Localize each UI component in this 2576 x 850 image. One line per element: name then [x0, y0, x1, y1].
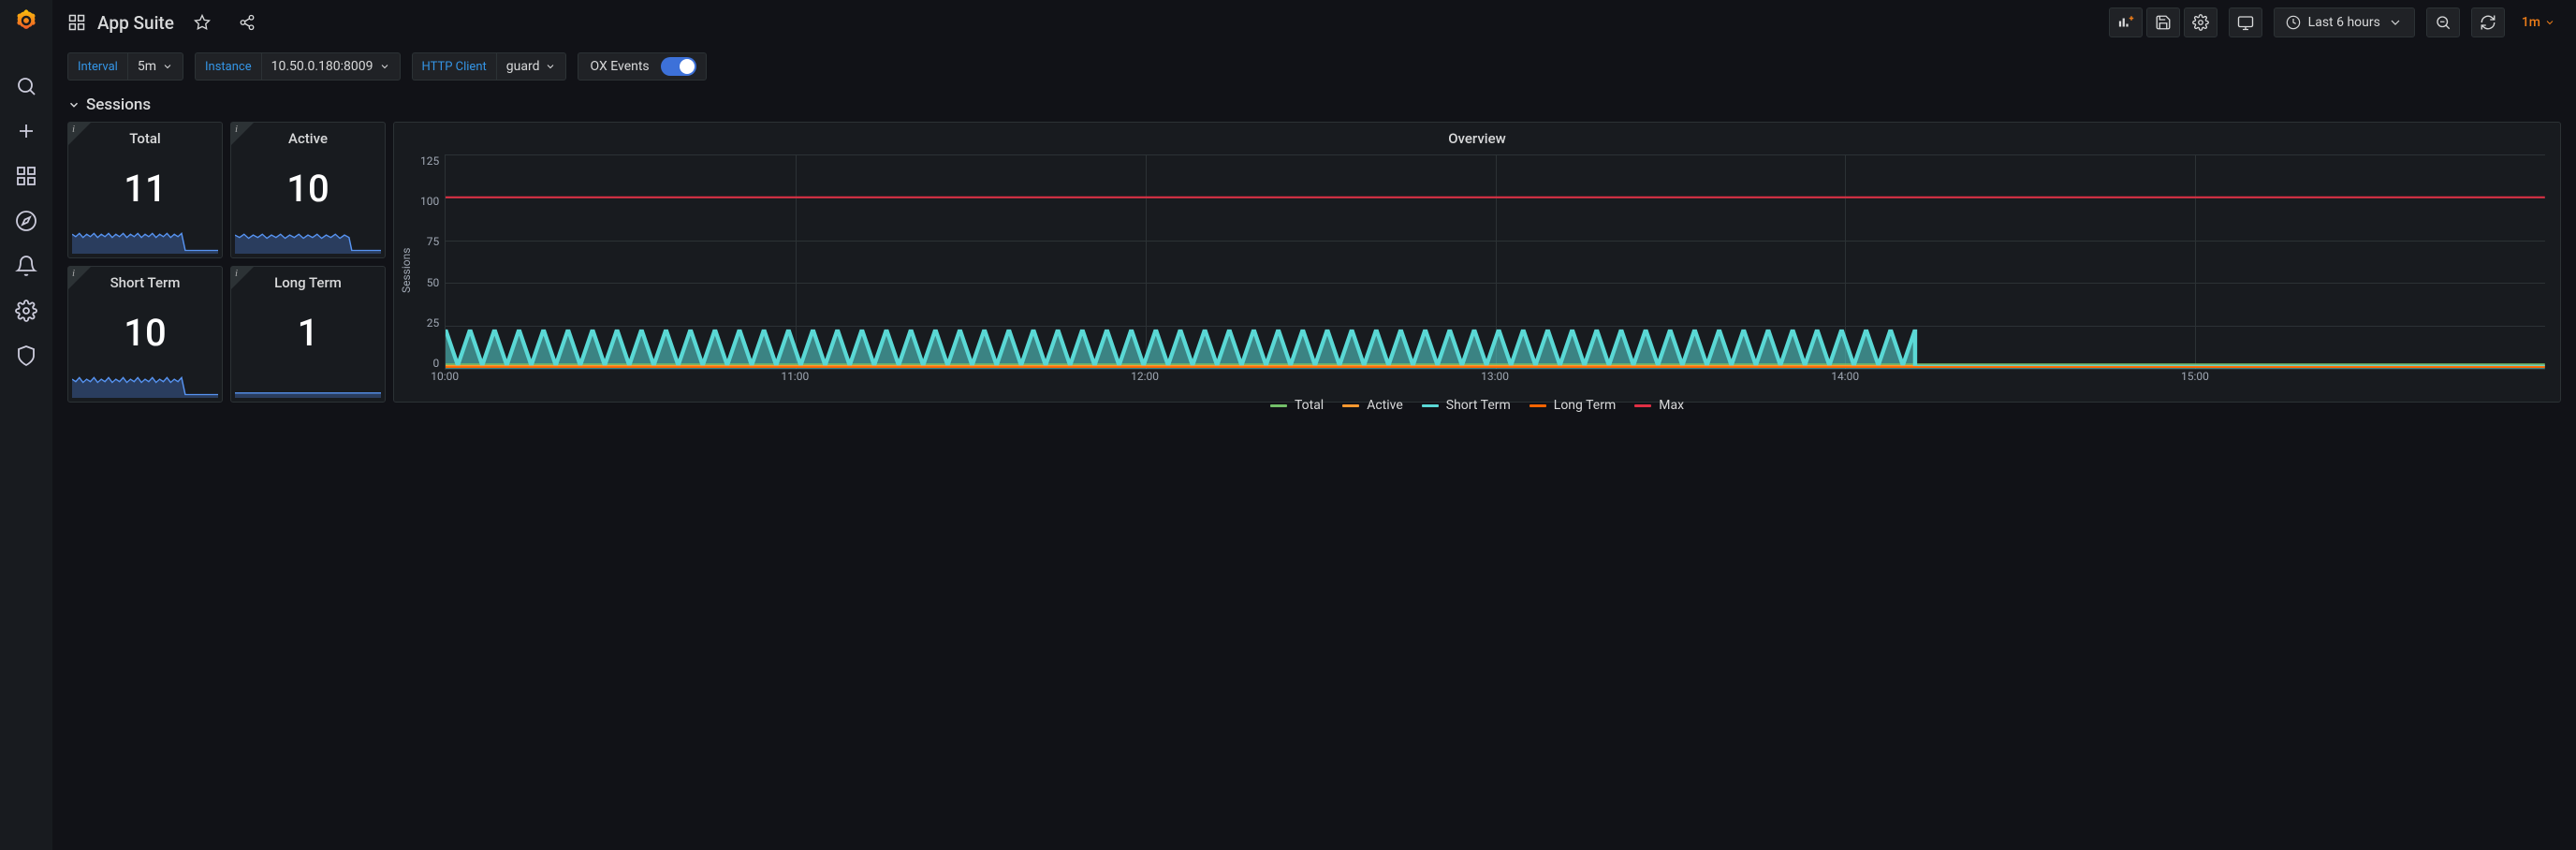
stat-panel-total[interactable]: i Total 11 [67, 122, 223, 258]
variable-interval: Interval 5m [67, 52, 183, 81]
dashboards-icon[interactable] [15, 165, 37, 187]
legend-item-short-term[interactable]: Short Term [1422, 398, 1511, 413]
plus-icon[interactable] [15, 120, 37, 142]
sparkline [231, 229, 385, 257]
admin-icon[interactable] [15, 344, 37, 367]
info-icon[interactable]: i [72, 268, 75, 279]
configuration-icon[interactable] [15, 300, 37, 322]
stat-title: Active [231, 123, 385, 147]
stat-title: Short Term [68, 267, 222, 291]
variable-interval-label: Interval [67, 52, 127, 81]
explore-icon[interactable] [15, 210, 37, 232]
variable-instance: Instance 10.50.0.180:8009 [195, 52, 401, 81]
legend-item-active[interactable]: Active [1342, 398, 1403, 413]
y-axis-label: Sessions [398, 154, 415, 387]
sidebar [0, 0, 52, 850]
time-range-label: Last 6 hours [2308, 15, 2380, 30]
chart-plot-area[interactable] [445, 154, 2545, 370]
stat-value: 10 [231, 147, 385, 229]
variable-http-client-label: HTTP Client [412, 52, 496, 81]
topbar: App Suite [52, 0, 2576, 45]
variable-ox-events-label: OX Events [590, 59, 649, 74]
chart-legend: Total Active Short Term Long Term [394, 394, 2560, 422]
refresh-interval-value: 1m [2522, 15, 2540, 30]
page-title[interactable]: App Suite [97, 12, 174, 34]
legend-item-total[interactable]: Total [1270, 398, 1324, 413]
refresh-button[interactable] [2471, 7, 2505, 37]
stat-title: Total [68, 123, 222, 147]
stat-panel-long-term[interactable]: i Long Term 1 [230, 266, 386, 403]
stat-value: 10 [68, 291, 222, 374]
settings-button[interactable] [2184, 7, 2217, 37]
time-range-picker[interactable]: Last 6 hours [2274, 7, 2415, 37]
stat-panel-active[interactable]: i Active 10 [230, 122, 386, 258]
stat-value: 11 [68, 147, 222, 229]
info-icon[interactable]: i [72, 124, 75, 135]
ox-events-toggle[interactable] [661, 57, 696, 76]
variable-http-client: HTTP Client guard [412, 52, 567, 81]
info-icon[interactable]: i [235, 124, 238, 135]
variable-instance-value[interactable]: 10.50.0.180:8009 [261, 52, 401, 81]
sparkline [68, 229, 222, 257]
row-title: Sessions [86, 95, 151, 114]
legend-item-long-term[interactable]: Long Term [1530, 398, 1616, 413]
x-ticks: 10:00 11:00 12:00 13:00 14:00 15:00 [445, 370, 2545, 387]
zoom-out-button[interactable] [2426, 7, 2460, 37]
stat-value: 1 [231, 291, 385, 374]
variable-instance-label: Instance [195, 52, 261, 81]
info-icon[interactable]: i [235, 268, 238, 279]
alerting-icon[interactable] [15, 255, 37, 277]
grafana-logo[interactable] [13, 7, 39, 37]
star-icon[interactable] [185, 7, 219, 37]
chart-panel-overview[interactable]: Overview Sessions 125 100 75 50 25 0 [393, 122, 2561, 403]
y-ticks: 125 100 75 50 25 0 [415, 154, 445, 370]
row-header-sessions[interactable]: Sessions [67, 88, 2561, 122]
cycle-view-button[interactable] [2229, 7, 2262, 37]
search-icon[interactable] [15, 75, 37, 97]
sparkline [231, 374, 385, 402]
variable-interval-value[interactable]: 5m [127, 52, 183, 81]
stat-panel-short-term[interactable]: i Short Term 10 [67, 266, 223, 403]
save-button[interactable] [2146, 7, 2180, 37]
legend-item-max[interactable]: Max [1634, 398, 1684, 413]
chart-title: Overview [394, 123, 2560, 147]
variable-http-client-value[interactable]: guard [496, 52, 567, 81]
variable-bar: Interval 5m Instance 10.50.0.180:8009 HT… [52, 45, 2576, 88]
add-panel-button[interactable] [2109, 7, 2143, 37]
sparkline [68, 374, 222, 402]
variable-ox-events: OX Events [578, 52, 706, 81]
apps-icon[interactable] [67, 13, 86, 32]
stat-title: Long Term [231, 267, 385, 291]
chevron-down-icon [67, 98, 80, 111]
refresh-interval-picker[interactable]: 1m [2516, 7, 2561, 37]
share-icon[interactable] [230, 7, 264, 37]
